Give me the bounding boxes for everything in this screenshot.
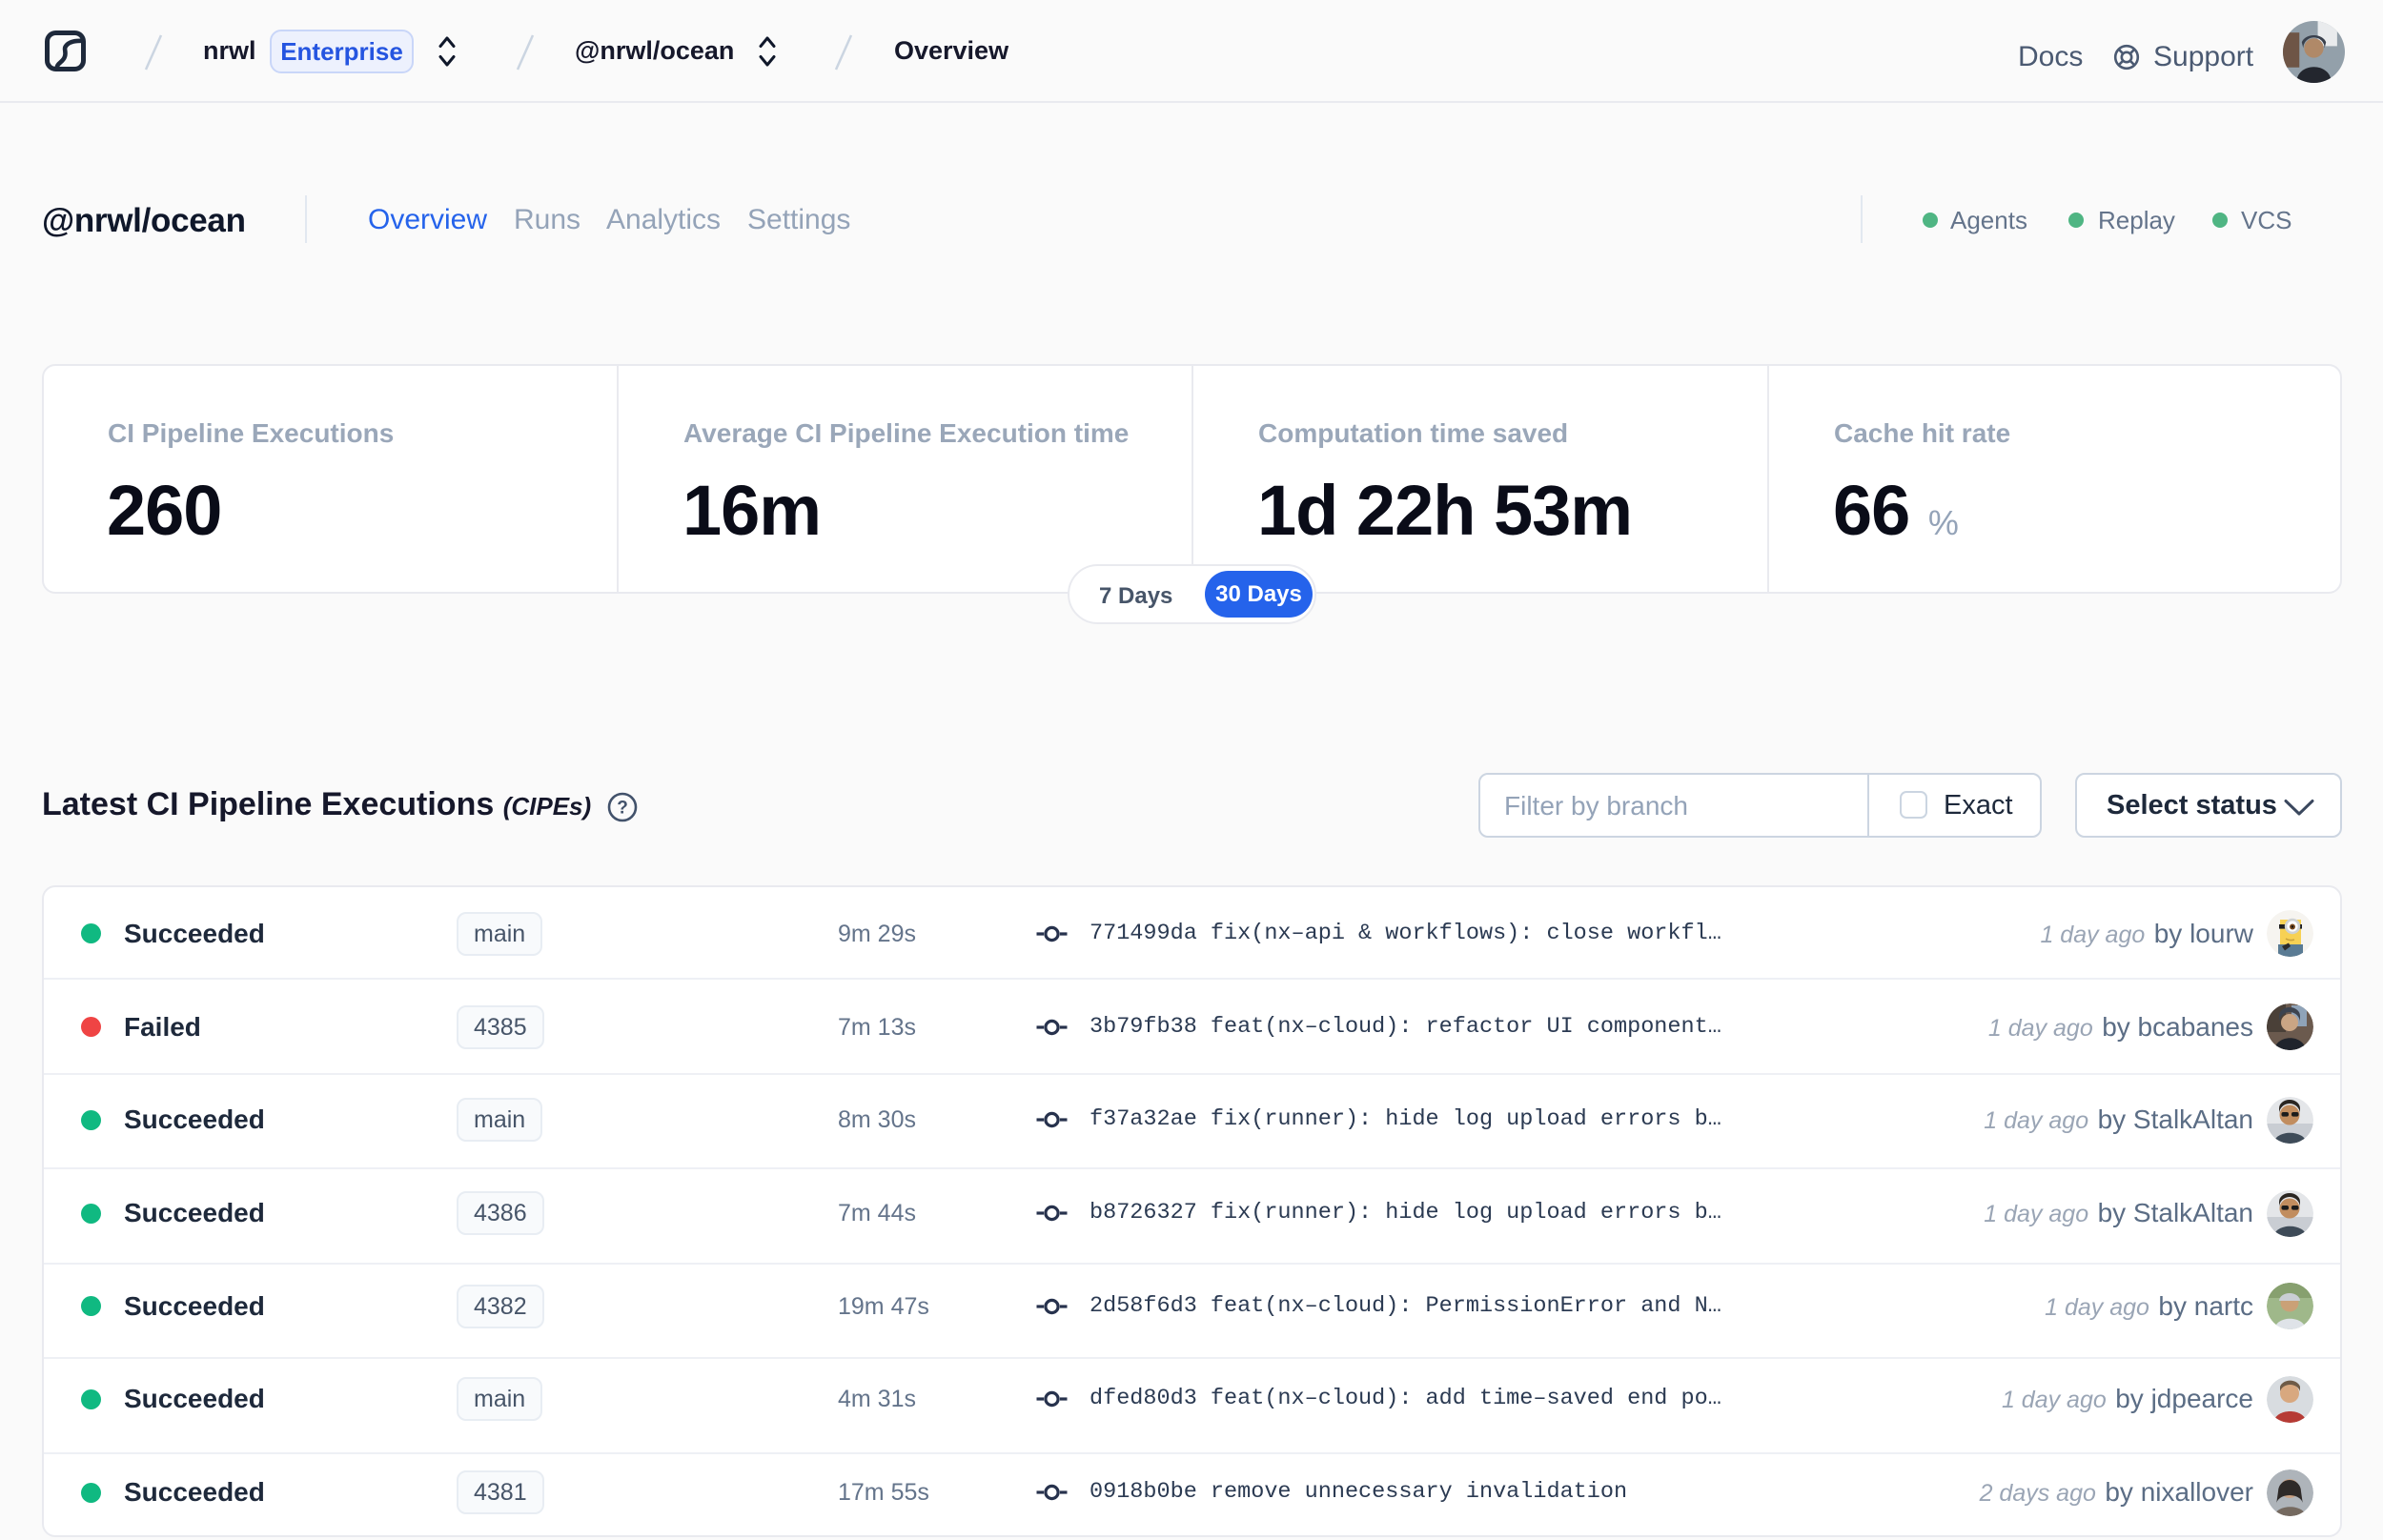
svg-text:?: ? xyxy=(617,799,628,819)
